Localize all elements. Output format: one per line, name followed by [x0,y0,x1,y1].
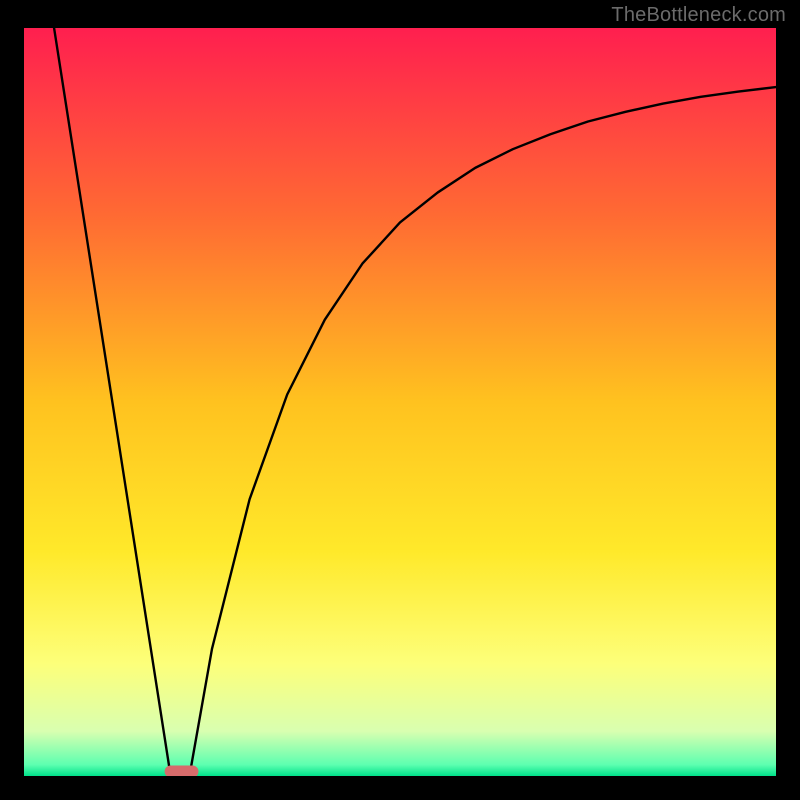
attribution-text: TheBottleneck.com [611,4,786,27]
optimal-marker [165,766,199,776]
chart-frame [24,6,776,776]
plot-background [24,28,776,776]
bottleneck-chart [24,6,776,776]
